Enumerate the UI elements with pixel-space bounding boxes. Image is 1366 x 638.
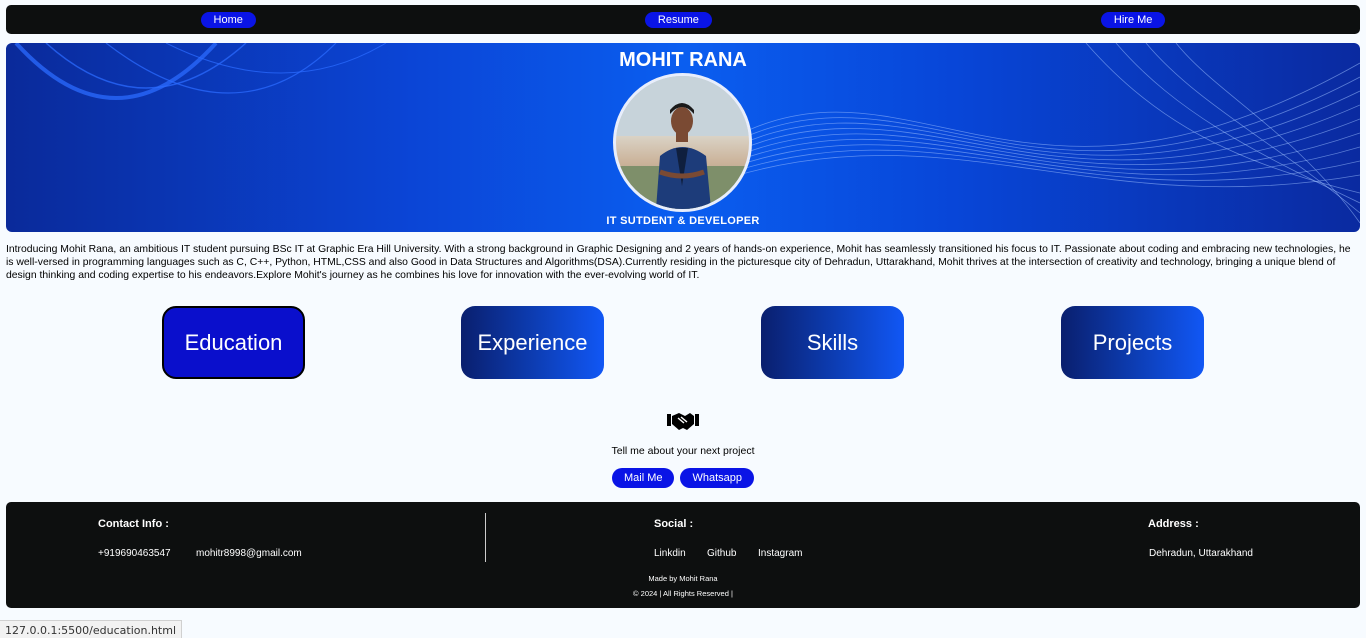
footer: Contact Info : +919690463547 mohitr8998@… — [6, 502, 1360, 608]
social-link-linkedin[interactable]: Linkdin — [654, 548, 686, 559]
email-address[interactable]: mohitr8998@gmail.com — [196, 548, 302, 559]
whatsapp-button[interactable]: Whatsapp — [680, 468, 755, 488]
projects-card[interactable]: Projects — [1061, 306, 1204, 379]
hero-name-heading: MOHIT RANA — [619, 49, 747, 71]
contact-cta: Tell me about your next project Mail Me … — [0, 410, 1366, 488]
social-heading: Social : — [654, 518, 694, 530]
status-bar-url: 127.0.0.1:5500/education.html — [0, 620, 183, 638]
nav-hire-me-button[interactable]: Hire Me — [1100, 11, 1166, 28]
address-text: Dehradun, Uttarakhand — [1149, 548, 1253, 559]
skills-card[interactable]: Skills — [761, 306, 904, 379]
hero-role-subtitle: IT SUTDENT & DEVELOPER — [606, 215, 760, 227]
phone-number[interactable]: +919690463547 — [98, 548, 171, 559]
experience-card[interactable]: Experience — [461, 306, 604, 379]
profile-avatar — [613, 73, 752, 212]
social-link-github[interactable]: Github — [707, 548, 736, 559]
copyright-text: © 2024 | All Rights Reserved | — [633, 589, 733, 598]
contact-info-heading: Contact Info : — [98, 518, 169, 530]
top-navbar: Home Resume Hire Me — [6, 5, 1360, 34]
hero-banner: MOHIT RANA IT SUTDENT & DEVELOPER — [6, 43, 1360, 232]
mail-me-button[interactable]: Mail Me — [611, 468, 675, 488]
footer-divider — [485, 513, 486, 562]
handshake-icon — [667, 413, 699, 430]
social-link-instagram[interactable]: Instagram — [758, 548, 802, 559]
nav-resume-button[interactable]: Resume — [644, 11, 712, 28]
made-by-text: Made by Mohit Rana — [648, 574, 718, 583]
address-heading: Address : — [1148, 518, 1199, 530]
nav-home-button[interactable]: Home — [200, 11, 256, 28]
person-portrait-icon — [616, 76, 749, 209]
section-cards: Education Experience Skills Projects — [0, 306, 1366, 379]
education-card[interactable]: Education — [162, 306, 305, 379]
cta-text: Tell me about your next project — [611, 445, 755, 457]
cta-buttons: Mail Me Whatsapp — [0, 468, 1366, 488]
intro-paragraph: Introducing Mohit Rana, an ambitious IT … — [6, 244, 1351, 281]
